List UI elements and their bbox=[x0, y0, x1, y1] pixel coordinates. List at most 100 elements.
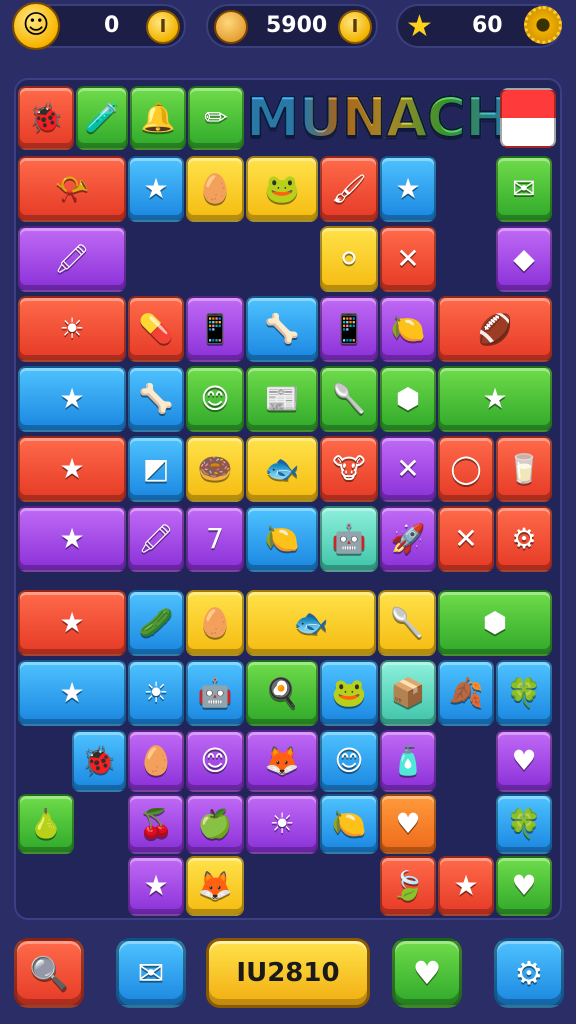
board-tile[interactable]: 🍋 bbox=[320, 794, 378, 854]
board-tile[interactable]: ★ bbox=[438, 366, 552, 432]
board-tile[interactable]: ✕ bbox=[380, 436, 436, 502]
board-tile[interactable]: 🐟 bbox=[246, 590, 376, 656]
stars-value: 60 bbox=[472, 13, 503, 38]
board-tile[interactable]: 🍂 bbox=[438, 660, 494, 726]
star-icon: ★ bbox=[406, 9, 433, 44]
board-tile[interactable]: 🦴 bbox=[128, 366, 184, 432]
board-tile[interactable]: ★ bbox=[18, 506, 126, 572]
search-button[interactable]: 🔍 bbox=[14, 938, 84, 1008]
board-tile[interactable]: ◩ bbox=[128, 436, 184, 502]
player-avatar-icon[interactable]: ☺ bbox=[12, 2, 60, 50]
board-tile[interactable]: 🧪 bbox=[76, 86, 128, 150]
board-tile[interactable]: ◯ bbox=[438, 436, 494, 502]
board-tile[interactable]: 💊 bbox=[128, 296, 184, 362]
board-tile[interactable]: 🦴 bbox=[246, 296, 318, 362]
board-tile[interactable]: 🚀 bbox=[380, 506, 436, 572]
board-tile[interactable]: 🍀 bbox=[496, 794, 552, 854]
board-tile[interactable]: 🍋 bbox=[380, 296, 436, 362]
board-tile[interactable]: 🏈 bbox=[438, 296, 552, 362]
board-tile[interactable]: 🍏 bbox=[186, 794, 244, 854]
board-tile[interactable]: 🐮 bbox=[320, 436, 378, 502]
cup-icon: 🥛 bbox=[506, 452, 542, 485]
egg-icon: 🥚 bbox=[197, 172, 233, 205]
star-icon: ★ bbox=[482, 382, 508, 415]
board-tile[interactable]: 🍀 bbox=[496, 660, 552, 726]
robot-icon: 🤖 bbox=[197, 676, 233, 709]
board-tile[interactable]: 🐸 bbox=[320, 660, 378, 726]
board-tile[interactable]: ☀ bbox=[246, 794, 318, 854]
bottle-icon: 🧴 bbox=[390, 744, 426, 777]
board-tile[interactable]: 7 bbox=[186, 506, 244, 572]
board-tile[interactable]: ⬢ bbox=[438, 590, 552, 656]
phone-icon: 📱 bbox=[331, 312, 367, 345]
mail-button[interactable]: ✉ bbox=[116, 938, 186, 1008]
board-tile[interactable]: 🤖 bbox=[320, 506, 378, 572]
board-tile[interactable]: ★ bbox=[18, 590, 126, 656]
board-tile[interactable]: ★ bbox=[18, 366, 126, 432]
board-tile[interactable]: ✕ bbox=[438, 506, 494, 572]
board-tile[interactable]: 🍐 bbox=[18, 794, 74, 854]
smiley-icon: 😊 bbox=[200, 744, 230, 777]
board-tile[interactable]: 📰 bbox=[246, 366, 318, 432]
board-tile[interactable]: 🥄 bbox=[378, 590, 436, 656]
board-tile[interactable]: 🖍 bbox=[18, 226, 126, 292]
settings-gear-icon[interactable] bbox=[524, 6, 562, 44]
board-tile[interactable]: ♥ bbox=[380, 794, 436, 854]
board-tile[interactable]: 🍋 bbox=[246, 506, 318, 572]
board-tile[interactable]: 🍃 bbox=[380, 856, 436, 916]
hexagon-icon: ⬢ bbox=[482, 606, 508, 639]
board-tile[interactable]: 🥚 bbox=[128, 730, 184, 792]
board-tile[interactable]: 😊 bbox=[186, 366, 244, 432]
board-tile[interactable]: ☀ bbox=[18, 296, 126, 362]
board-tile[interactable]: 🦊 bbox=[246, 730, 318, 792]
board-tile[interactable]: ★ bbox=[18, 436, 126, 502]
board-tile[interactable]: ◆ bbox=[496, 226, 552, 292]
board-tile[interactable]: 🍩 bbox=[186, 436, 244, 502]
board-tile[interactable]: 📯 bbox=[18, 156, 126, 222]
board-tile[interactable]: 🖍 bbox=[128, 506, 184, 572]
heart-button[interactable]: ♥ bbox=[392, 938, 462, 1008]
board-tile[interactable]: 🐞 bbox=[72, 730, 126, 792]
board-tile[interactable]: 🍒 bbox=[128, 794, 184, 854]
board-tile[interactable]: ★ bbox=[380, 156, 436, 222]
board-tile[interactable]: 🥄 bbox=[320, 366, 378, 432]
board-tile[interactable]: 😊 bbox=[320, 730, 378, 792]
board-tile[interactable]: 😊 bbox=[186, 730, 244, 792]
score-button[interactable]: IU2810 bbox=[206, 938, 370, 1008]
board-tile[interactable]: 🦊 bbox=[186, 856, 244, 916]
board-tile[interactable]: 🖌 bbox=[320, 156, 378, 222]
board-tile[interactable]: ★ bbox=[128, 856, 184, 916]
board-tile[interactable]: 🐸 bbox=[246, 156, 318, 222]
board-tile[interactable]: 🐞 bbox=[18, 86, 74, 150]
board-tile[interactable]: ⚙ bbox=[496, 506, 552, 572]
board-tile[interactable]: 🤖 bbox=[186, 660, 244, 726]
star-icon: ★ bbox=[59, 452, 85, 485]
board-tile[interactable]: ★ bbox=[18, 660, 126, 726]
board-tile[interactable]: ✕ bbox=[380, 226, 436, 292]
board-tile[interactable]: 🥚 bbox=[186, 590, 244, 656]
board-tile[interactable]: ⬢ bbox=[380, 366, 436, 432]
board-tile[interactable]: 🍳 bbox=[246, 660, 318, 726]
board-tile[interactable]: 📦 bbox=[380, 660, 436, 726]
board-tile[interactable]: ⚪ bbox=[320, 226, 378, 292]
board-tile[interactable]: ★ bbox=[438, 856, 494, 916]
board-tile[interactable]: 🧴 bbox=[380, 730, 436, 792]
board-tile[interactable]: 📱 bbox=[320, 296, 378, 362]
board-tile[interactable]: ★ bbox=[128, 156, 184, 222]
settings-button[interactable]: ⚙ bbox=[494, 938, 564, 1008]
board-tile[interactable]: ✏ bbox=[188, 86, 244, 150]
board-tile[interactable]: 🥒 bbox=[128, 590, 184, 656]
board-tile[interactable]: 🥚 bbox=[186, 156, 244, 222]
apple-icon: 🍏 bbox=[197, 807, 233, 840]
board-tile[interactable]: ♥ bbox=[496, 730, 552, 792]
star-icon: ★ bbox=[143, 869, 169, 902]
potion-icon: 🧪 bbox=[84, 101, 120, 134]
board-tile[interactable]: ✉ bbox=[496, 156, 552, 222]
board-tile[interactable]: ♥ bbox=[496, 856, 552, 916]
board-tile[interactable]: 🔔 bbox=[130, 86, 186, 150]
board-tile[interactable]: 🥛 bbox=[496, 436, 552, 502]
board-tile[interactable]: 📱 bbox=[186, 296, 244, 362]
leaf-icon: 🍃 bbox=[390, 869, 426, 902]
board-tile[interactable]: 🐟 bbox=[246, 436, 318, 502]
board-tile[interactable]: ☀ bbox=[128, 660, 184, 726]
